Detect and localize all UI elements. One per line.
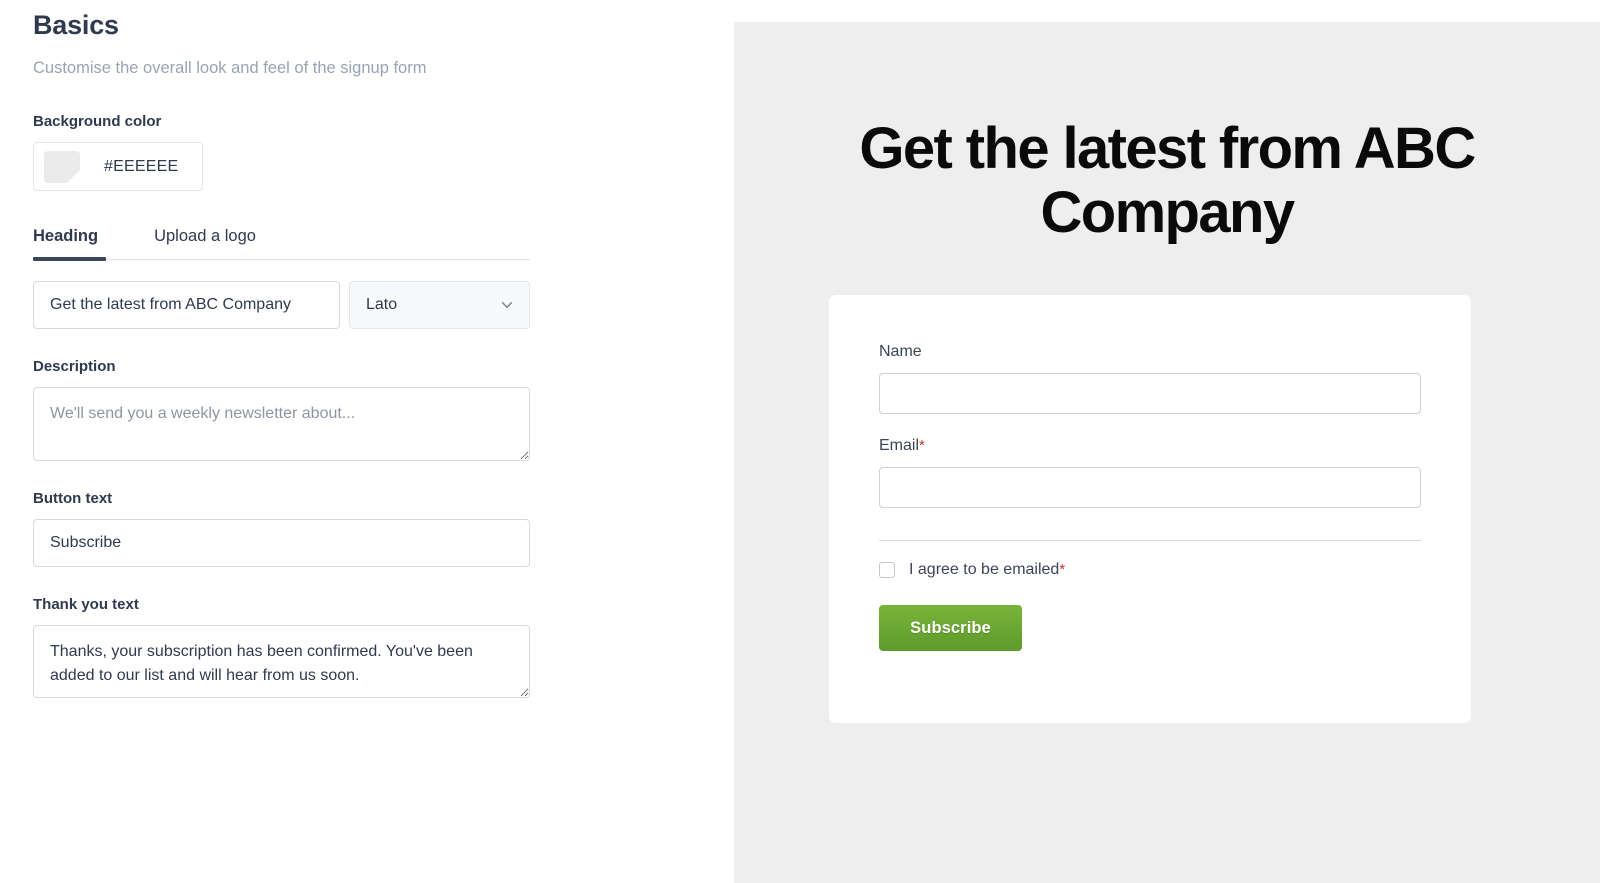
background-color-field: Background color #EEEEEE (33, 112, 734, 191)
description-field: Description (33, 357, 734, 461)
page-title: Basics (33, 10, 119, 40)
signup-form-editor-page: Basics Customise the overall look and fe… (0, 0, 1600, 883)
tab-underline (33, 257, 530, 261)
button-text-field: Button text (33, 489, 734, 567)
editor-panel: Basics Customise the overall look and fe… (0, 0, 734, 883)
form-divider (879, 540, 1421, 541)
preview-name-label: Name (879, 343, 922, 360)
agree-required-asterisk: * (1059, 561, 1066, 578)
page-subtitle: Customise the overall look and feel of t… (33, 59, 427, 77)
font-select-value: Lato (366, 296, 398, 313)
preview-heading: Get the latest from ABC Company (859, 116, 1476, 245)
background-color-value: #EEEEEE (104, 157, 179, 175)
description-label: Description (33, 358, 116, 375)
agree-label-text: I agree to be emailed (909, 561, 1060, 578)
preview-email-label-text: Email (879, 437, 920, 454)
agree-label: I agree to be emailed* (909, 560, 1065, 580)
tab-upload-a-logo[interactable]: Upload a logo (154, 225, 256, 247)
agree-checkbox[interactable] (879, 562, 895, 578)
font-select[interactable]: Lato (349, 281, 530, 329)
subscribe-button[interactable]: Subscribe (879, 605, 1022, 651)
heading-input[interactable] (33, 281, 340, 329)
preview-email-input[interactable] (879, 467, 1421, 508)
preview-form-card: Name Email* I agree to be emailed* Subsc… (829, 295, 1471, 723)
tab-heading[interactable]: Heading (33, 225, 98, 247)
background-color-picker[interactable]: #EEEEEE (33, 142, 203, 191)
button-text-input[interactable] (33, 519, 530, 567)
heading-row: Lato (33, 281, 734, 329)
preview-email-label: Email* (879, 436, 1421, 456)
thank-you-text-label: Thank you text (33, 596, 139, 613)
color-swatch-icon[interactable] (44, 150, 80, 183)
heading-logo-tabs: Heading Upload a logo (33, 225, 530, 261)
email-required-asterisk: * (919, 437, 925, 454)
agree-row: I agree to be emailed* (879, 560, 1421, 580)
button-text-label: Button text (33, 490, 113, 507)
background-color-label: Background color (33, 113, 162, 130)
thank-you-textarea[interactable] (33, 625, 530, 698)
preview-name-input[interactable] (879, 373, 1421, 414)
description-textarea[interactable] (33, 387, 530, 461)
signup-form-preview: Get the latest from ABC Company Name Ema… (734, 22, 1600, 883)
thank-you-text-field: Thank you text (33, 595, 734, 698)
